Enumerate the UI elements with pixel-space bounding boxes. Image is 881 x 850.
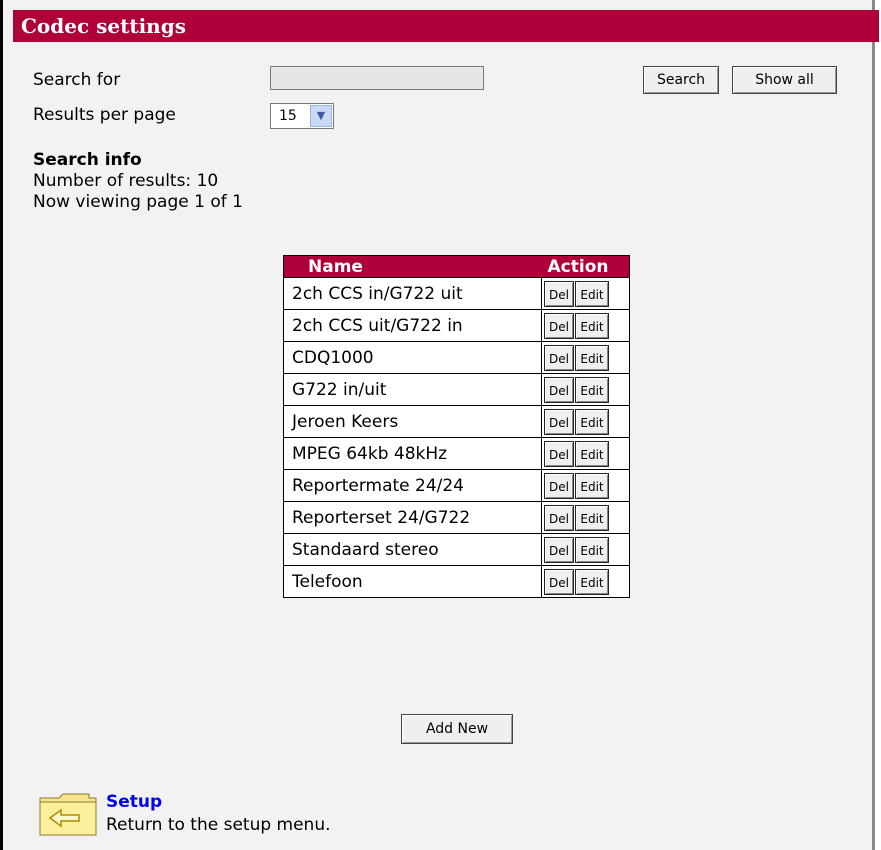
result-count: Number of results: 10 xyxy=(33,171,219,191)
search-label: Search for xyxy=(33,70,121,90)
row-actions: Del Edit xyxy=(541,405,630,438)
column-header-action: Action xyxy=(541,255,630,278)
chevron-down-icon[interactable]: ▼ xyxy=(310,105,332,127)
codec-name: 2ch CCS uit/G722 in xyxy=(283,309,542,342)
table-row: Telefoon Del Edit xyxy=(283,565,630,598)
table-row: Jeroen Keers Del Edit xyxy=(283,405,630,438)
row-actions: Del Edit xyxy=(541,565,630,598)
row-actions: Del Edit xyxy=(541,533,630,566)
delete-button[interactable]: Del xyxy=(544,408,574,435)
codec-name: MPEG 64kb 48kHz xyxy=(283,437,542,470)
edit-button[interactable]: Edit xyxy=(575,440,609,467)
setup-link[interactable]: Setup xyxy=(106,792,162,812)
row-actions: Del Edit xyxy=(541,469,630,502)
delete-button[interactable]: Del xyxy=(544,280,574,307)
page-indicator: Now viewing page 1 of 1 xyxy=(33,192,243,212)
codec-name: Standaard stereo xyxy=(283,533,542,566)
row-actions: Del Edit xyxy=(541,277,630,310)
search-input[interactable] xyxy=(270,66,484,90)
main-panel: Codec settings Search for Search Show al… xyxy=(0,0,879,850)
table-row: Reporterset 24/G722 Del Edit xyxy=(283,501,630,534)
edit-button[interactable]: Edit xyxy=(575,568,609,595)
edit-button[interactable]: Edit xyxy=(575,536,609,563)
edit-button[interactable]: Edit xyxy=(575,408,609,435)
edit-button[interactable]: Edit xyxy=(575,312,609,339)
results-per-page-label: Results per page xyxy=(33,105,176,125)
search-button[interactable]: Search xyxy=(643,66,719,94)
delete-button[interactable]: Del xyxy=(544,504,574,531)
table-row: Standaard stereo Del Edit xyxy=(283,533,630,566)
edit-button[interactable]: Edit xyxy=(575,376,609,403)
setup-description: Return to the setup menu. xyxy=(106,815,331,835)
codec-name: Jeroen Keers xyxy=(283,405,542,438)
show-all-button[interactable]: Show all xyxy=(732,66,837,94)
results-per-page-value: 15 xyxy=(279,108,297,124)
codec-name: Telefoon xyxy=(283,565,542,598)
delete-button[interactable]: Del xyxy=(544,344,574,371)
delete-button[interactable]: Del xyxy=(544,376,574,403)
table-row: 2ch CCS in/G722 uit Del Edit xyxy=(283,277,630,310)
edit-button[interactable]: Edit xyxy=(575,344,609,371)
codec-name: G722 in/uit xyxy=(283,373,542,406)
delete-button[interactable]: Del xyxy=(544,440,574,467)
row-actions: Del Edit xyxy=(541,501,630,534)
codec-name: 2ch CCS in/G722 uit xyxy=(283,277,542,310)
column-header-name: Name xyxy=(283,255,542,278)
codec-table: Name Action 2ch CCS in/G722 uit Del Edit 2c… xyxy=(283,255,630,598)
table-row: Reportermate 24/24 Del Edit xyxy=(283,469,630,502)
codec-name: Reportermate 24/24 xyxy=(283,469,542,502)
edit-button[interactable]: Edit xyxy=(575,280,609,307)
edit-button[interactable]: Edit xyxy=(575,504,609,531)
table-row: CDQ1000 Del Edit xyxy=(283,341,630,374)
codec-name: Reporterset 24/G722 xyxy=(283,501,542,534)
row-actions: Del Edit xyxy=(541,341,630,374)
search-info-heading: Search info xyxy=(33,150,142,170)
codec-name: CDQ1000 xyxy=(283,341,542,374)
add-new-button[interactable]: Add New xyxy=(401,714,513,744)
delete-button[interactable]: Del xyxy=(544,536,574,563)
delete-button[interactable]: Del xyxy=(544,568,574,595)
row-actions: Del Edit xyxy=(541,437,630,470)
row-actions: Del Edit xyxy=(541,373,630,406)
delete-button[interactable]: Del xyxy=(544,472,574,499)
row-actions: Del Edit xyxy=(541,309,630,342)
results-per-page-select[interactable]: 15 ▼ xyxy=(270,103,334,129)
page-title: Codec settings xyxy=(13,10,879,42)
delete-button[interactable]: Del xyxy=(544,312,574,339)
edit-button[interactable]: Edit xyxy=(575,472,609,499)
table-row: 2ch CCS uit/G722 in Del Edit xyxy=(283,309,630,342)
table-row: MPEG 64kb 48kHz Del Edit xyxy=(283,437,630,470)
table-row: G722 in/uit Del Edit xyxy=(283,373,630,406)
folder-back-icon[interactable] xyxy=(39,792,97,836)
search-info: Search info Number of results: 10 Now vi… xyxy=(33,150,243,213)
